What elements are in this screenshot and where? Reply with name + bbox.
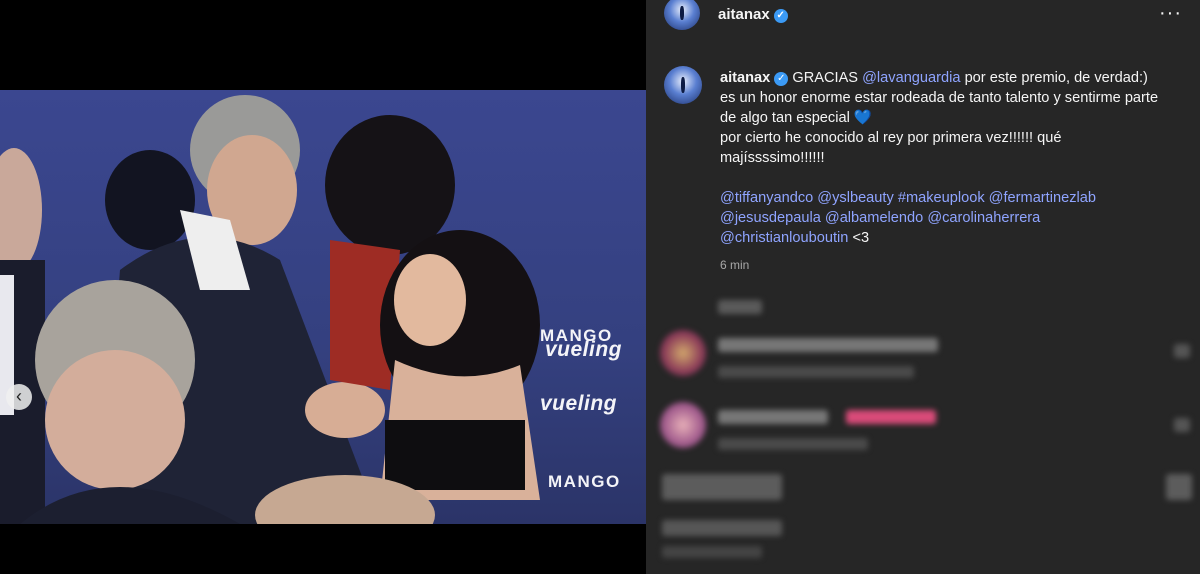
mention-link[interactable]: @lavanguardia xyxy=(862,70,960,86)
post-timestamp: 6 min xyxy=(720,258,750,272)
blurred-text xyxy=(718,300,762,314)
author-username[interactable]: aitanax ✓ xyxy=(718,6,788,23)
tags-line[interactable]: @tiffanyandco @yslbeauty #makeuplook @fe… xyxy=(720,190,1096,206)
media-panel: vueling MANGO vueling MANGO ‹ xyxy=(0,0,646,574)
caption-suffix: <3 xyxy=(852,230,870,246)
blurred-comment xyxy=(718,338,938,352)
blurred-comment xyxy=(718,366,914,378)
author-avatar[interactable] xyxy=(664,0,700,30)
blurred-comment xyxy=(662,520,782,536)
blurred-comment xyxy=(718,438,868,450)
blurred-comment xyxy=(662,474,782,500)
post-photo[interactable]: vueling MANGO vueling MANGO ‹ xyxy=(0,90,646,524)
post-header: aitanax ✓ ··· xyxy=(646,0,1200,30)
caption-text: GRACIAS xyxy=(792,70,859,86)
comment-avatar[interactable] xyxy=(660,330,706,376)
like-icon[interactable] xyxy=(1166,474,1192,500)
author-username-text[interactable]: aitanax xyxy=(718,6,770,23)
blurred-comment xyxy=(662,546,762,558)
tags-line[interactable]: @jesusdepaula @albamelendo @carolinaherr… xyxy=(720,210,1040,226)
more-options-icon[interactable]: ··· xyxy=(1159,2,1182,25)
like-icon[interactable] xyxy=(1174,344,1190,358)
verified-icon: ✓ xyxy=(773,9,788,23)
post-caption: aitanax ✓ GRACIAS @lavanguardia por este … xyxy=(720,68,1160,248)
post-details-panel: aitanax ✓ ··· aitanax ✓ GRACIAS @lavanguar… xyxy=(646,0,1200,574)
comment-avatar[interactable] xyxy=(660,402,706,448)
caption-author-avatar[interactable] xyxy=(664,66,702,104)
caption-text: por cierto he conocido al rey por primer… xyxy=(720,130,1062,166)
blurred-comment xyxy=(718,410,828,424)
blue-heart-emoji: 💙 xyxy=(853,110,873,126)
caption-username[interactable]: aitanax xyxy=(720,70,770,86)
like-icon[interactable] xyxy=(1174,418,1190,432)
blurred-emoji xyxy=(846,410,936,424)
previous-slide-button[interactable]: ‹ xyxy=(6,384,32,410)
verified-icon: ✓ xyxy=(774,72,789,86)
tags-line[interactable]: @christianlouboutin xyxy=(720,230,848,246)
people-illustration xyxy=(0,95,540,524)
